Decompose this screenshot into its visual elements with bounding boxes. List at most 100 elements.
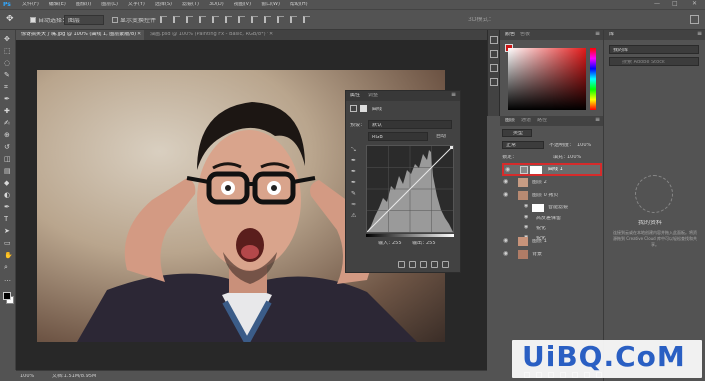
library-select[interactable]: 我的库 [609, 45, 699, 54]
white-point-dropper-icon[interactable]: ✒ [351, 180, 356, 186]
layer-row[interactable]: ◉ 曲线 1 [502, 163, 602, 176]
character-panel-icon[interactable] [490, 78, 498, 86]
tab-paths[interactable]: 路径 [537, 118, 547, 123]
extra-tools-icon[interactable]: … [4, 276, 11, 283]
foreground-color-swatch[interactable] [3, 292, 11, 300]
layer-filter-select[interactable]: 类型 [502, 129, 532, 137]
curve-point-tool-icon[interactable]: ⤡ [351, 147, 356, 153]
history-brush-icon[interactable]: ↺ [4, 144, 10, 151]
window-minimize-button[interactable]: — [654, 1, 660, 7]
blend-mode-select[interactable]: 正常 [502, 141, 544, 149]
tab-channels[interactable]: 通道 [521, 118, 531, 123]
stock-search-input[interactable]: 搜索 Adobe Stock [609, 57, 699, 66]
menu-item[interactable]: 文字(Y) [128, 2, 145, 7]
blur-tool-icon[interactable]: ◆ [4, 180, 9, 187]
visibility-eye-icon[interactable]: ◉ [503, 251, 508, 257]
tab-close-icon[interactable]: ✕ [269, 32, 273, 37]
preset-select[interactable]: 默认 [368, 120, 452, 129]
panel-menu-icon[interactable]: ≡ [697, 31, 702, 37]
layer-row[interactable]: ◉ 背景 [502, 249, 602, 261]
clip-to-layer-icon[interactable] [398, 261, 405, 268]
align-icon[interactable] [212, 16, 219, 23]
align-icon[interactable] [277, 16, 284, 23]
input-value[interactable]: 255 [392, 241, 402, 246]
shape-tool-icon[interactable]: ▭ [4, 240, 11, 247]
layer-row[interactable]: ◉ 图层 2 [502, 177, 602, 189]
zoom-tool-icon[interactable]: ⌕ [4, 264, 8, 271]
gradient-tool-icon[interactable]: ▤ [4, 168, 11, 175]
layer-row[interactable]: ◉ 锐化 [502, 224, 602, 233]
marquee-tool-icon[interactable]: ⬚ [4, 48, 11, 55]
menu-item[interactable]: 选择(S) [155, 2, 172, 7]
visibility-eye-icon[interactable]: ◉ [503, 192, 508, 198]
workspace-icon[interactable] [690, 15, 699, 24]
pencil-curve-icon[interactable]: ✎ [351, 191, 356, 197]
target-select[interactable]: 图层 [64, 15, 104, 25]
show-transform-checkbox[interactable] [112, 17, 118, 23]
quick-select-tool-icon[interactable]: ✎ [4, 72, 10, 79]
layer-row[interactable]: ◉ 图层 0 拷贝 [502, 190, 602, 202]
opacity-value[interactable]: 100% [577, 143, 591, 148]
menu-item[interactable]: 图层(L) [101, 2, 118, 7]
black-point-dropper-icon[interactable]: ✒ [351, 158, 356, 164]
history-panel-icon[interactable] [490, 36, 498, 44]
delete-adjustment-icon[interactable] [442, 261, 449, 268]
mask-icon[interactable] [360, 105, 367, 112]
brush-panel-icon[interactable] [490, 64, 498, 72]
eyedropper-tool-icon[interactable]: ✒ [4, 96, 10, 103]
tab-close-icon[interactable]: ✕ [137, 32, 141, 37]
auto-select-checkbox[interactable] [30, 17, 36, 23]
fill-value[interactable]: 100% [567, 155, 581, 160]
color-field[interactable] [508, 48, 586, 110]
menu-item[interactable]: 视图(V) [234, 2, 251, 7]
crop-tool-icon[interactable]: ⌗ [4, 84, 8, 91]
visibility-eye-icon[interactable]: ◉ [524, 215, 528, 220]
clipping-warning-icon[interactable]: ⚠ [351, 213, 356, 219]
healing-brush-icon[interactable]: ✚ [4, 108, 10, 115]
align-icon[interactable] [160, 16, 167, 23]
lasso-tool-icon[interactable]: ◌ [4, 60, 10, 67]
align-icon[interactable] [238, 16, 245, 23]
visibility-eye-icon[interactable]: ◉ [524, 225, 528, 230]
align-icon[interactable] [303, 16, 310, 23]
layer-row[interactable]: ◉ 高反差保留 [502, 214, 602, 223]
menu-item[interactable]: 窗口(W) [261, 2, 280, 7]
hand-tool-icon[interactable]: ✋ [4, 252, 13, 259]
tab-libraries[interactable]: 库 [609, 32, 614, 37]
type-tool-icon[interactable]: T [4, 216, 8, 223]
tab-layers[interactable]: 图层 [505, 118, 515, 123]
align-icon[interactable] [290, 16, 297, 23]
panel-menu-icon[interactable]: ≡ [595, 31, 600, 37]
tab-properties[interactable]: 属性 [350, 93, 360, 98]
visibility-eye-icon[interactable]: ◉ [503, 238, 508, 244]
curves-graph[interactable] [366, 145, 454, 233]
menu-item[interactable]: 编辑(E) [49, 2, 66, 7]
tab-document-2[interactable]: 油画.psd @ 100% (Painting Fx - Basic, RGB/… [145, 30, 277, 40]
menu-item[interactable]: 滤镜(T) [182, 2, 199, 7]
path-select-icon[interactable]: ➤ [4, 228, 10, 235]
window-maximize-button[interactable]: □ [672, 1, 678, 7]
add-content-icon[interactable] [635, 175, 673, 213]
menu-item[interactable]: 文件(F) [22, 2, 39, 7]
brush-tool-icon[interactable]: ✍ [4, 120, 10, 127]
swatches-panel-icon[interactable] [490, 50, 498, 58]
move-tool-icon[interactable]: ✥ [4, 36, 10, 43]
menu-item[interactable]: 3D(D) [209, 2, 224, 7]
layer-row[interactable]: ◉ 图层 1 [502, 236, 602, 248]
align-icon[interactable] [251, 16, 258, 23]
move-tool-icon[interactable]: ✥ [6, 15, 14, 24]
panel-menu-icon[interactable]: ≡ [451, 92, 456, 98]
auto-button[interactable]: 自动 [436, 134, 446, 139]
panel-menu-icon[interactable]: ≡ [595, 117, 600, 123]
visibility-eye-icon[interactable]: ◉ [505, 167, 510, 173]
tab-adjustments[interactable]: 调整 [368, 93, 378, 98]
align-icon[interactable] [173, 16, 180, 23]
output-value[interactable]: 255 [426, 241, 436, 246]
tab-swatches[interactable]: 色板 [520, 32, 530, 37]
dodge-tool-icon[interactable]: ◐ [4, 192, 10, 199]
menu-item[interactable]: 图像(I) [76, 2, 91, 7]
visibility-eye-icon[interactable]: ◉ [503, 179, 508, 185]
align-icon[interactable] [186, 16, 193, 23]
clone-stamp-icon[interactable]: ⊕ [4, 132, 10, 139]
tab-document-1[interactable]: 惊讶搞笑大了嘴.jpg @ 100% (曲线 1, 图层蒙版/8) * ✕ [16, 30, 144, 40]
